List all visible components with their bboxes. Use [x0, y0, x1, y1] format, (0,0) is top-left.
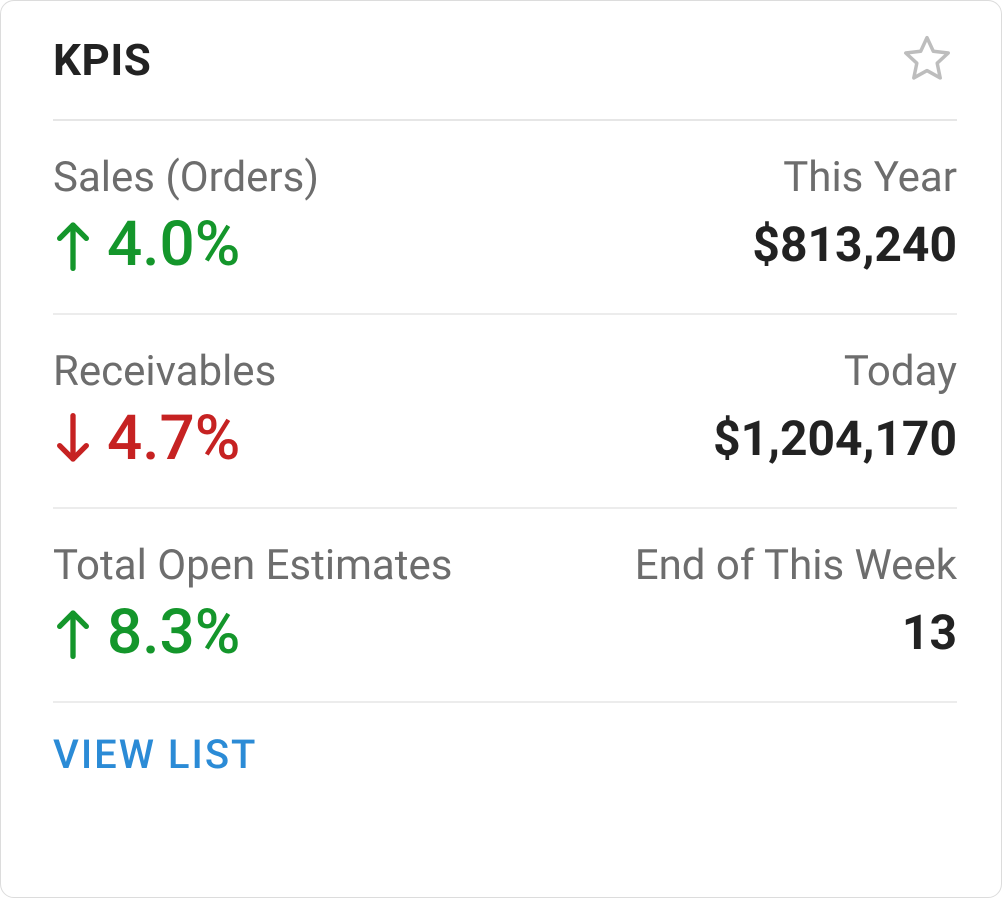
kpi-label: Total Open Estimates [53, 541, 615, 590]
kpi-change-value: 8.3% [107, 600, 240, 665]
kpi-value: $1,204,170 [713, 410, 957, 467]
kpis-card: KPIS Sales (Orders) This Year 4.0% $813,… [0, 0, 1002, 898]
kpi-row[interactable]: Total Open Estimates End of This Week 8.… [53, 509, 957, 703]
arrow-up-icon [53, 218, 93, 272]
star-icon [901, 32, 953, 88]
card-title: KPIS [53, 34, 151, 86]
arrow-down-icon [53, 412, 93, 466]
kpi-value: $813,240 [752, 216, 957, 273]
arrow-up-icon [53, 606, 93, 660]
favorite-toggle[interactable] [897, 30, 957, 90]
kpi-label: Receivables [53, 347, 693, 396]
kpi-change-value: 4.0% [107, 212, 240, 277]
card-footer: VIEW LIST [53, 703, 957, 778]
kpi-period: End of This Week [635, 541, 957, 590]
kpi-label: Sales (Orders) [53, 153, 732, 202]
kpi-period: Today [844, 347, 957, 396]
kpi-row[interactable]: Sales (Orders) This Year 4.0% $813,240 [53, 121, 957, 315]
kpi-change: 8.3% [53, 600, 615, 665]
kpi-row[interactable]: Receivables Today 4.7% $1,204,170 [53, 315, 957, 509]
kpi-change: 4.0% [53, 212, 732, 277]
view-list-link[interactable]: VIEW LIST [53, 731, 257, 778]
kpi-change: 4.7% [53, 406, 693, 471]
kpi-period: This Year [783, 153, 957, 202]
kpi-change-value: 4.7% [107, 406, 240, 471]
card-header: KPIS [53, 1, 957, 121]
kpi-value: 13 [902, 604, 957, 661]
